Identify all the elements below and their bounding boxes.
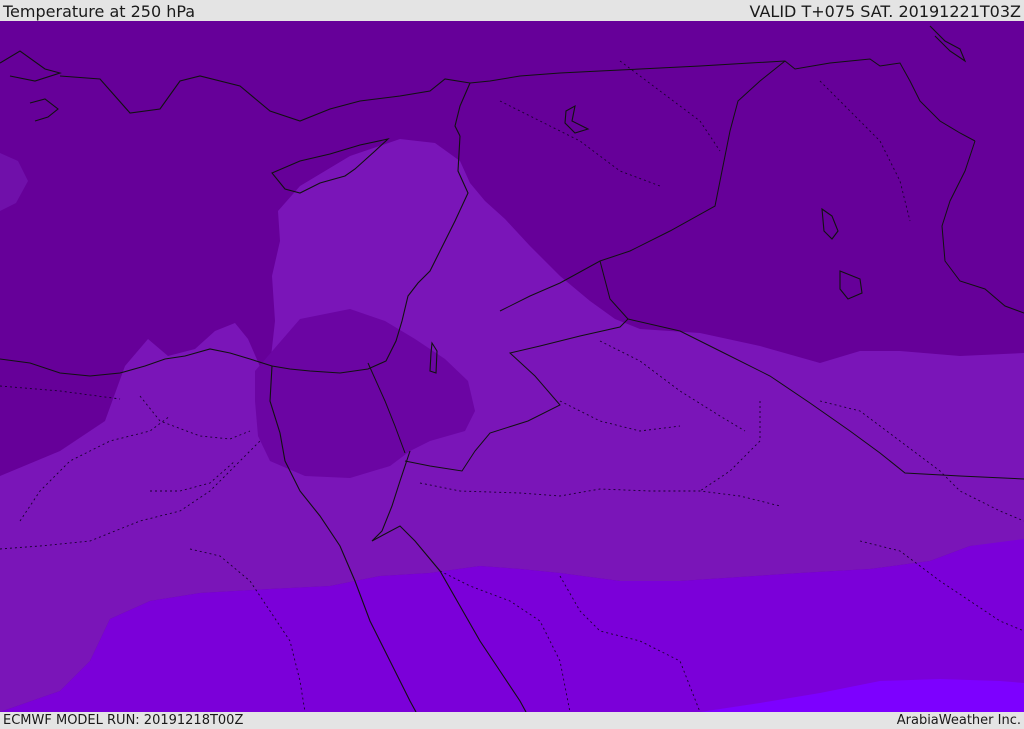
map-title: Temperature at 250 hPa <box>3 2 196 21</box>
valid-time-label: VALID T+075 SAT. 20191221T03Z <box>749 2 1021 21</box>
map-canvas <box>0 21 1024 712</box>
header-bar: Temperature at 250 hPa VALID T+075 SAT. … <box>0 0 1024 21</box>
footer-bar: ECMWF MODEL RUN: 20191218T00Z ArabiaWeat… <box>0 712 1024 729</box>
weather-map[interactable] <box>0 21 1024 712</box>
credit-label: ArabiaWeather Inc. <box>896 713 1021 728</box>
model-run-label: ECMWF MODEL RUN: 20191218T00Z <box>3 713 244 728</box>
